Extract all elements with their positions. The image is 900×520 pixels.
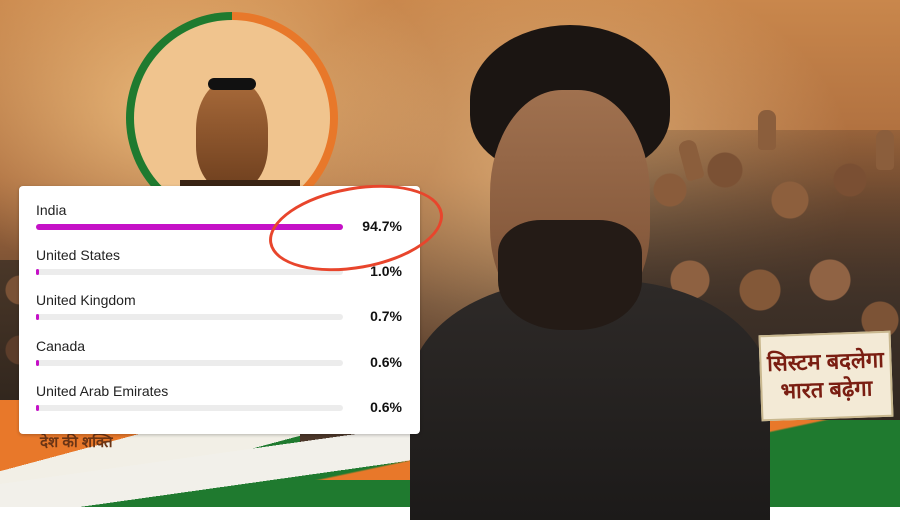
country-name: United States xyxy=(36,247,121,263)
share-bar-fill xyxy=(36,360,39,366)
cockroach-with-sunglasses-icon xyxy=(196,80,268,190)
sign-line-2: भारत बढ़ेगा xyxy=(780,375,873,404)
country-name: United Arab Emirates xyxy=(36,383,169,399)
sign-line-1: सिस्टम बदलेगा xyxy=(766,346,885,377)
share-percent: 0.6% xyxy=(370,399,402,415)
beard xyxy=(498,220,642,330)
country-name: Canada xyxy=(36,338,86,354)
share-bar-fill xyxy=(36,405,39,411)
share-bar-track xyxy=(36,269,343,275)
country-row: United Arab Emirates 0.6% xyxy=(36,383,406,425)
share-bar-track xyxy=(36,405,343,411)
share-bar-track xyxy=(36,314,343,320)
protest-sign: सिस्टम बदलेगा भारत बढ़ेगा xyxy=(758,330,894,422)
man-portrait xyxy=(410,20,770,520)
country-row: United Kingdom 0.7% xyxy=(36,292,406,334)
sunglasses-icon xyxy=(208,78,256,90)
share-bar-fill xyxy=(36,314,39,320)
share-bar-track xyxy=(36,360,343,366)
share-bar-fill xyxy=(36,269,39,275)
share-percent: 0.6% xyxy=(370,354,402,370)
country-name: United Kingdom xyxy=(36,292,136,308)
banner-caption-fragment: देश की शक्ति xyxy=(40,434,113,451)
raised-fist xyxy=(876,130,894,170)
share-percent: 0.7% xyxy=(370,308,402,324)
country-row: Canada 0.6% xyxy=(36,338,406,380)
country-name: India xyxy=(36,202,67,218)
